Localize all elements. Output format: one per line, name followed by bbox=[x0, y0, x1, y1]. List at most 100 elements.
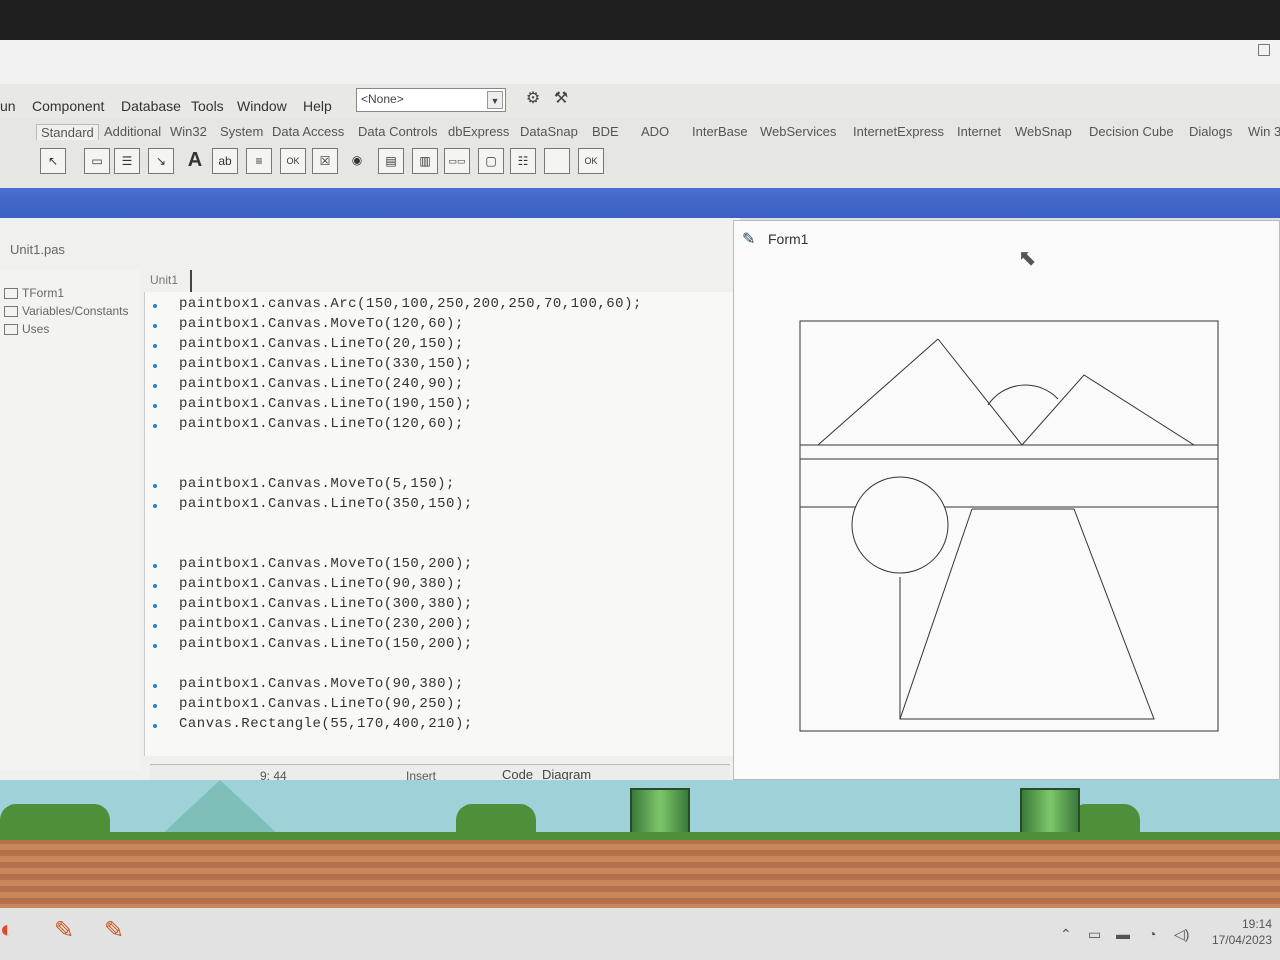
code-line: paintbox1.Canvas.LineTo(350,150); bbox=[179, 496, 473, 512]
code-line: paintbox1.Canvas.LineTo(330,150); bbox=[179, 356, 473, 372]
run-icon[interactable]: ⚙ bbox=[522, 88, 544, 110]
button-icon[interactable]: OK bbox=[280, 148, 306, 174]
code-line: paintbox1.Canvas.MoveTo(90,380); bbox=[179, 676, 464, 692]
tab-websnap[interactable]: WebSnap bbox=[1015, 124, 1072, 139]
breakpoint-gutter-dot[interactable] bbox=[153, 324, 157, 328]
delphi-taskbar-icon[interactable]: ✎ bbox=[54, 916, 74, 945]
screen-bezel bbox=[0, 0, 1280, 84]
memo-icon[interactable]: ≡ bbox=[246, 148, 272, 174]
tab-decision-cube[interactable]: Decision Cube bbox=[1089, 124, 1174, 139]
breakpoint-gutter-dot[interactable] bbox=[153, 684, 157, 688]
frames-icon[interactable]: ▭ bbox=[84, 148, 110, 174]
menu-component[interactable]: Component bbox=[32, 98, 104, 114]
mountains bbox=[816, 338, 1196, 446]
ground bbox=[0, 840, 1280, 910]
breakpoint-gutter-dot[interactable] bbox=[153, 344, 157, 348]
code-line: paintbox1.Canvas.MoveTo(150,200); bbox=[179, 556, 473, 572]
breakpoint-gutter-dot[interactable] bbox=[153, 724, 157, 728]
wifi-icon[interactable]: ◔ bbox=[1148, 926, 1156, 942]
tab-interbase[interactable]: InterBase bbox=[692, 124, 748, 139]
pause-icon[interactable]: ⚒ bbox=[550, 88, 572, 110]
popupmenu-icon[interactable]: ↘ bbox=[148, 148, 174, 174]
chevron-up-icon[interactable]: ⌃ bbox=[1060, 926, 1072, 943]
breakpoint-gutter-dot[interactable] bbox=[153, 384, 157, 388]
ide-titlebar bbox=[0, 40, 1280, 84]
circle-shape bbox=[851, 476, 949, 574]
tree-item-tform1[interactable]: TForm1 bbox=[4, 286, 64, 300]
pointer-icon[interactable]: ↖ bbox=[40, 148, 66, 174]
tab-data-controls[interactable]: Data Controls bbox=[358, 124, 437, 139]
tab-standard[interactable]: Standard bbox=[36, 124, 99, 140]
radiogroup-icon[interactable]: ☷ bbox=[510, 148, 536, 174]
tab-win32[interactable]: Win32 bbox=[170, 124, 207, 139]
battery-icon[interactable]: ▬ bbox=[1116, 926, 1130, 942]
tab-internetexpress[interactable]: InternetExpress bbox=[853, 124, 944, 139]
code-line: paintbox1.Canvas.LineTo(300,380); bbox=[179, 596, 473, 612]
tab-webservices[interactable]: WebServices bbox=[760, 124, 836, 139]
menu-run[interactable]: un bbox=[0, 98, 16, 114]
edit-icon[interactable]: ab bbox=[212, 148, 238, 174]
paintbox-drawing bbox=[799, 320, 1219, 732]
code-line: paintbox1.Canvas.LineTo(20,150); bbox=[179, 336, 464, 352]
volume-icon[interactable]: ◁) bbox=[1174, 926, 1189, 943]
tab-win3[interactable]: Win 3 bbox=[1248, 124, 1280, 139]
breakpoint-gutter-dot[interactable] bbox=[153, 504, 157, 508]
taskbar: ◐ ✎ ✎ ⌃ ▭ ▬ ◔ ◁) 19:14 17/04/2023 bbox=[0, 908, 1280, 960]
breakpoint-gutter-dot[interactable] bbox=[153, 484, 157, 488]
tab-data-access[interactable]: Data Access bbox=[272, 124, 344, 139]
breakpoint-gutter-dot[interactable] bbox=[153, 604, 157, 608]
breakpoint-gutter-dot[interactable] bbox=[153, 584, 157, 588]
clock-time: 19:14 bbox=[1241, 917, 1272, 931]
code-line: paintbox1.Canvas.MoveTo(120,60); bbox=[179, 316, 464, 332]
tab-system[interactable]: System bbox=[220, 124, 263, 139]
tab-unit1[interactable]: Unit1 bbox=[146, 270, 192, 292]
panel-icon[interactable] bbox=[544, 148, 570, 174]
listbox-icon[interactable]: ▤ bbox=[378, 148, 404, 174]
breakpoint-gutter-dot[interactable] bbox=[153, 704, 157, 708]
actionlist-icon[interactable]: OK bbox=[578, 148, 604, 174]
radiobutton-icon[interactable]: ◉ bbox=[344, 148, 370, 174]
menu-tools[interactable]: Tools bbox=[191, 98, 224, 114]
clock-date: 17/04/2023 bbox=[1211, 933, 1272, 947]
label-icon[interactable]: A bbox=[182, 148, 208, 174]
tree-item-variables[interactable]: Variables/Constants bbox=[4, 304, 129, 318]
tab-ado[interactable]: ADO bbox=[641, 124, 669, 139]
code-line: paintbox1.Canvas.LineTo(230,200); bbox=[179, 616, 473, 632]
checkbox-icon[interactable]: ☒ bbox=[312, 148, 338, 174]
chevron-down-icon[interactable]: ▼ bbox=[487, 91, 503, 109]
menu-window[interactable]: Window bbox=[237, 98, 287, 114]
tree-item-uses[interactable]: Uses bbox=[4, 322, 49, 336]
tab-additional[interactable]: Additional bbox=[104, 124, 161, 139]
tab-internet[interactable]: Internet bbox=[957, 124, 1001, 139]
breakpoint-gutter-dot[interactable] bbox=[153, 304, 157, 308]
hill bbox=[160, 780, 280, 836]
code-line: paintbox1.canvas.Arc(150,100,250,200,250… bbox=[179, 296, 642, 312]
breakpoint-gutter-dot[interactable] bbox=[153, 644, 157, 648]
breakpoint-gutter-dot[interactable] bbox=[153, 364, 157, 368]
breakpoint-gutter-dot[interactable] bbox=[153, 404, 157, 408]
breakpoint-gutter-dot[interactable] bbox=[153, 424, 157, 428]
combobox-icon[interactable]: ▥ bbox=[412, 148, 438, 174]
menu-database[interactable]: Database bbox=[121, 98, 181, 114]
code-area[interactable]: paintbox1.canvas.Arc(150,100,250,200,250… bbox=[144, 292, 734, 756]
component-combo-value: <None> bbox=[361, 92, 404, 106]
scrollbar-icon[interactable]: ▭▭ bbox=[444, 148, 470, 174]
code-line: paintbox1.Canvas.MoveTo(5,150); bbox=[179, 476, 455, 492]
tab-datasnap[interactable]: DataSnap bbox=[520, 124, 578, 139]
breakpoint-gutter-dot[interactable] bbox=[153, 564, 157, 568]
tab-dbexpress[interactable]: dbExpress bbox=[448, 124, 509, 139]
tab-dialogs[interactable]: Dialogs bbox=[1189, 124, 1232, 139]
breakpoint-gutter-dot[interactable] bbox=[153, 624, 157, 628]
delphi-app-taskbar-icon[interactable]: ✎ bbox=[104, 916, 124, 945]
menu-help[interactable]: Help bbox=[303, 98, 332, 114]
network-icon[interactable]: ▭ bbox=[1088, 926, 1101, 943]
groupbox-icon[interactable]: ▢ bbox=[478, 148, 504, 174]
clock[interactable]: 19:14 17/04/2023 bbox=[1212, 916, 1272, 948]
component-combo[interactable]: <None> ▼ bbox=[356, 88, 506, 112]
desktop-wallpaper bbox=[0, 780, 1280, 910]
tab-bde[interactable]: BDE bbox=[592, 124, 619, 139]
mainmenu-icon[interactable]: ☰ bbox=[114, 148, 140, 174]
browser-icon[interactable]: ◐ bbox=[0, 916, 15, 944]
bush bbox=[1070, 804, 1140, 834]
maximize-icon[interactable] bbox=[1258, 44, 1270, 56]
